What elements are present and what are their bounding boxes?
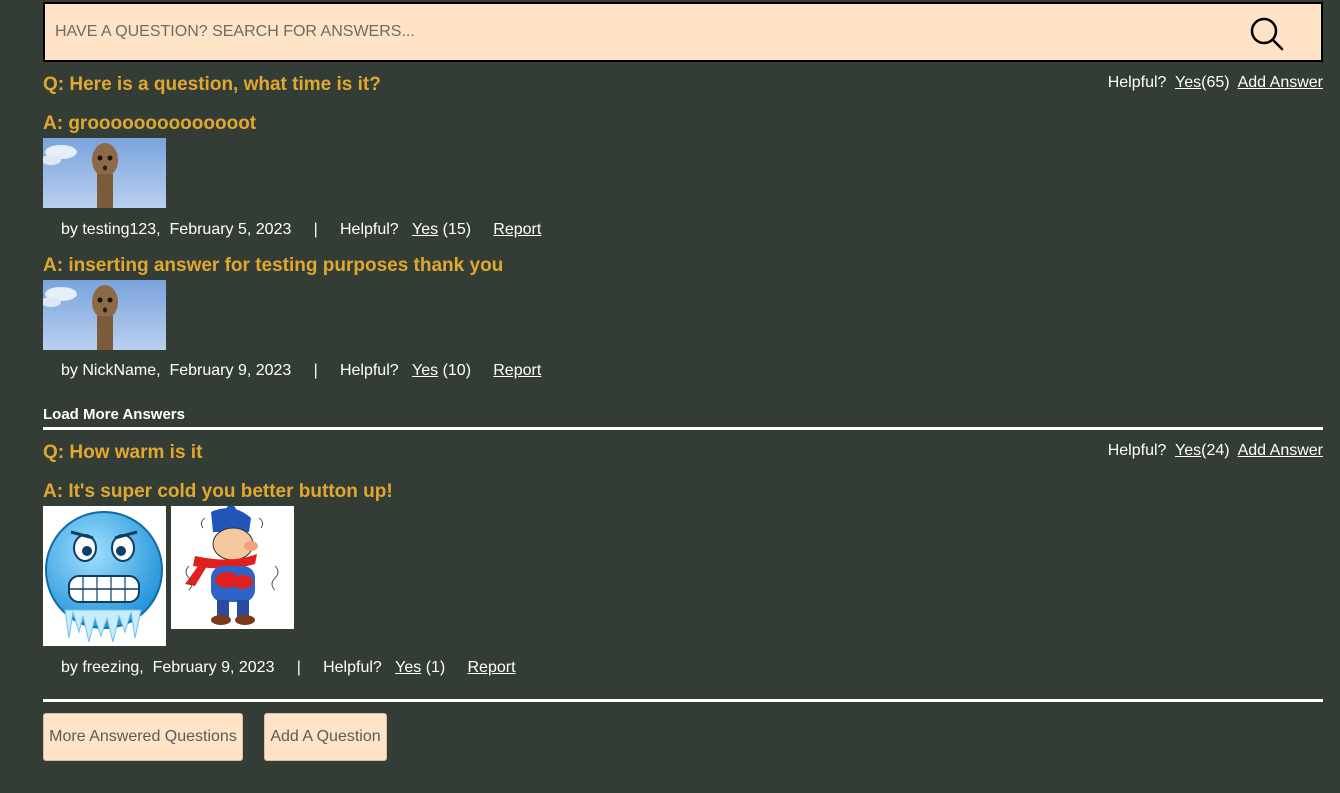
report-link[interactable]: Report	[493, 221, 541, 239]
separator: |	[296, 659, 301, 676]
helpful-label: Helpful?	[339, 362, 399, 379]
answer-meta: by freezing, February 9, 2023 | Helpful?…	[61, 659, 516, 677]
answer-photos	[43, 138, 166, 208]
question-row: Q: How warm is it Helpful? Yes(24) Add A…	[43, 442, 1323, 466]
search-bar	[43, 2, 1323, 62]
helpful-yes-link[interactable]: Yes	[395, 659, 421, 677]
helpful-yes-link[interactable]: Yes	[412, 221, 438, 239]
separator: |	[313, 221, 318, 238]
answer-photo-freezing-emoji[interactable]	[43, 506, 166, 646]
question-meta: Helpful? Yes(65) Add Answer	[1108, 74, 1323, 92]
helpful-count: (10)	[442, 362, 472, 379]
helpful-count: (1)	[425, 659, 446, 676]
helpful-label: Helpful?	[340, 221, 399, 238]
answer-photo-groot[interactable]	[43, 138, 166, 208]
answer-author: by NickName,	[61, 362, 161, 379]
divider	[43, 427, 1323, 430]
question-text: Q: How warm is it	[43, 442, 203, 463]
add-question-button[interactable]: Add A Question	[264, 713, 387, 761]
helpful-yes-link[interactable]: Yes	[1175, 442, 1201, 459]
load-more-answers-button[interactable]: Load More Answers	[43, 406, 185, 423]
more-answered-questions-button[interactable]: More Answered Questions	[43, 713, 243, 761]
answer-photos	[43, 506, 294, 646]
add-answer-link[interactable]: Add Answer	[1238, 442, 1323, 459]
question-meta: Helpful? Yes(24) Add Answer	[1108, 442, 1323, 460]
search-input[interactable]	[55, 4, 1235, 60]
answer-author: by freezing,	[61, 659, 144, 676]
answer-photo-cold-man[interactable]	[171, 506, 294, 629]
helpful-label: Helpful?	[323, 659, 382, 676]
helpful-label: Helpful?	[1107, 74, 1167, 91]
answer-date: February 9, 2023	[169, 362, 292, 379]
answer-text: A: inserting answer for testing purposes…	[43, 255, 504, 276]
helpful-label: Helpful?	[1107, 442, 1167, 459]
search-icon[interactable]	[1249, 16, 1285, 52]
report-link[interactable]: Report	[493, 362, 541, 380]
question-text: Q: Here is a question, what time is it?	[43, 74, 381, 95]
answer-date: February 9, 2023	[152, 659, 275, 676]
helpful-yes-link[interactable]: Yes	[1175, 74, 1201, 91]
add-answer-link[interactable]: Add Answer	[1238, 74, 1323, 91]
question-row: Q: Here is a question, what time is it? …	[43, 74, 1323, 98]
helpful-count: (24)	[1201, 442, 1230, 459]
answer-date: February 5, 2023	[169, 221, 292, 238]
answer-text: A: It's super cold you better button up!	[43, 481, 393, 502]
helpful-count: (65)	[1201, 74, 1230, 91]
divider	[43, 699, 1323, 702]
answer-photos	[43, 280, 166, 350]
separator: |	[313, 362, 318, 379]
answer-photo-groot[interactable]	[43, 280, 166, 350]
answer-author: by testing123,	[61, 221, 161, 238]
answer-text: A: groooooooooooooot	[43, 113, 257, 134]
report-link[interactable]: Report	[468, 659, 516, 677]
answer-meta: by testing123, February 5, 2023 | Helpfu…	[61, 221, 541, 239]
answer-meta: by NickName, February 9, 2023 | Helpful?…	[61, 362, 541, 380]
helpful-count: (15)	[442, 221, 472, 238]
helpful-yes-link[interactable]: Yes	[412, 362, 438, 380]
